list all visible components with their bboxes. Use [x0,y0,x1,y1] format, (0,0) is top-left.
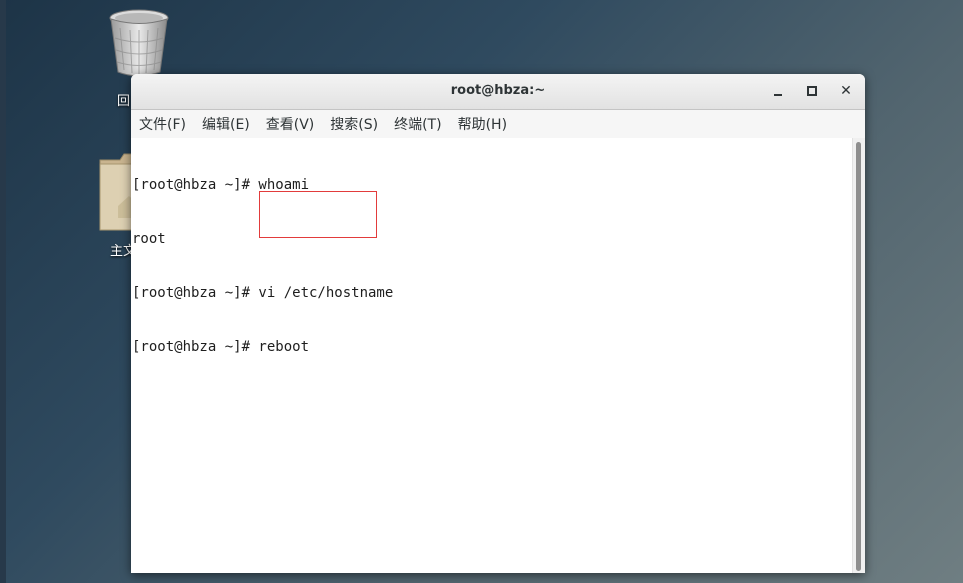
terminal-text: [root@hbza ~]# whoami root [root@hbza ~]… [132,140,393,392]
menu-bar: 文件(F) 编辑(E) 查看(V) 搜索(S) 终端(T) 帮助(H) [131,110,865,139]
maximize-icon [807,86,817,96]
desktop: 回 主文 root@hbza:~ ✕ 文件(F) 编辑(E) 查看(V) 搜索(… [0,0,963,583]
window-titlebar[interactable]: root@hbza:~ ✕ [131,74,865,110]
menu-terminal[interactable]: 终端(T) [388,112,447,136]
scrollbar[interactable] [852,138,865,573]
close-icon: ✕ [840,83,852,99]
minimize-icon [774,94,782,96]
trash-icon[interactable] [106,6,172,84]
maximize-button[interactable] [801,80,823,102]
scrollbar-thumb[interactable] [856,142,861,571]
terminal-line: [root@hbza ~]# reboot [132,339,310,355]
trash-label: 回 [117,94,131,109]
close-button[interactable]: ✕ [835,80,857,102]
terminal-line: [root@hbza ~]# whoami [132,177,310,193]
menu-help[interactable]: 帮助(H) [452,112,513,136]
menu-search[interactable]: 搜索(S) [324,112,384,136]
menu-edit[interactable]: 编辑(E) [196,112,256,136]
terminal-output-area[interactable]: [root@hbza ~]# whoami root [root@hbza ~]… [131,138,865,573]
menu-file[interactable]: 文件(F) [133,112,192,136]
menu-view[interactable]: 查看(V) [260,112,321,136]
terminal-line: root [132,231,166,247]
window-title: root@hbza:~ [450,83,546,98]
minimize-button[interactable] [767,80,789,102]
terminal-line: [root@hbza ~]# vi /etc/hostname [132,285,394,301]
terminal-window: root@hbza:~ ✕ 文件(F) 编辑(E) 查看(V) 搜索(S) 终端… [131,74,865,573]
